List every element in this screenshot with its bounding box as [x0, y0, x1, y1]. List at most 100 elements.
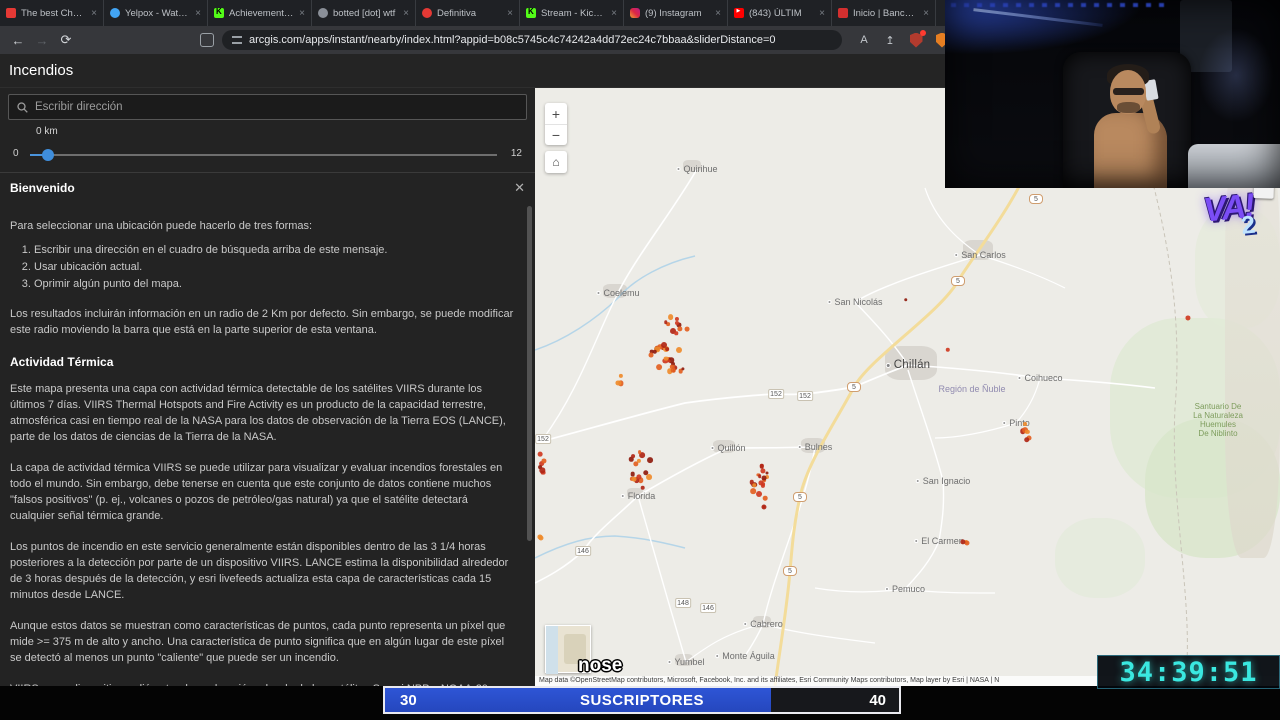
address-bar[interactable]: arcgis.com/apps/instant/nearby/index.htm… — [222, 30, 842, 50]
reload-button[interactable]: ⟳ — [56, 30, 76, 50]
browser-tab[interactable]: (9) Instagram × — [624, 0, 728, 26]
town-marker — [797, 445, 802, 449]
tab-close-icon[interactable]: × — [195, 8, 201, 19]
zoom-out-button[interactable]: − — [545, 124, 567, 145]
tab-close-icon[interactable]: × — [91, 8, 97, 19]
description-paragraph: Los puntos de incendio en este servicio … — [10, 541, 509, 601]
slider-handle[interactable] — [42, 149, 54, 161]
fire-hotspot[interactable] — [667, 314, 674, 320]
place-name: San Ignacio — [922, 476, 971, 486]
description-paragraphs: Este mapa presenta una capa con activida… — [10, 381, 515, 686]
fire-hotspot[interactable] — [656, 364, 663, 371]
site-settings-icon[interactable] — [232, 36, 242, 44]
route-shield: 152 — [768, 389, 784, 399]
slider-track[interactable] — [30, 149, 497, 161]
place-name: Coihueco — [1024, 373, 1063, 383]
welcome-step: Usar ubicación actual. — [34, 259, 515, 275]
fire-hotspot[interactable] — [1023, 422, 1028, 427]
route-shield: 5 — [1029, 194, 1043, 204]
fire-hotspot[interactable] — [757, 474, 762, 479]
fire-hotspot[interactable] — [765, 471, 769, 475]
badge-number: 2 — [1239, 210, 1257, 240]
description-paragraph: La capa de actividad térmica VIIRS se pu… — [10, 462, 503, 522]
browser-tab[interactable]: Stream - Kick D × — [520, 0, 624, 26]
fire-hotspot[interactable] — [761, 475, 767, 481]
place-name: Santuario De La Naturaleza Huemules De N… — [1193, 402, 1243, 438]
town-marker — [710, 446, 715, 450]
tab-close-icon[interactable]: × — [715, 8, 721, 19]
fire-hotspot[interactable] — [646, 457, 653, 463]
tab-close-icon[interactable]: × — [819, 8, 825, 19]
fire-hotspot[interactable] — [660, 342, 667, 349]
back-button[interactable]: ← — [8, 30, 28, 50]
town-marker — [954, 253, 959, 257]
browser-tab[interactable]: Inicio | BancoEstad × — [832, 0, 936, 26]
search-placeholder: Escribir dirección — [35, 101, 123, 113]
kick-favicon-icon — [214, 7, 224, 18]
fire-hotspot[interactable] — [684, 326, 690, 332]
welcome-radius-note: Los resultados incluirán información en … — [10, 308, 514, 336]
subscriber-goal-bar: 30 SUSCRIPTORES 40 — [383, 686, 901, 714]
screen: The best ChatBot a×Yelpox - Watch the×Ac… — [0, 0, 1280, 720]
browser-tab[interactable]: Achievements - Kic × — [208, 0, 312, 26]
side-panel-icon[interactable] — [200, 33, 214, 47]
fire-hotspot[interactable] — [537, 451, 543, 457]
route-shield: 146 — [575, 546, 591, 556]
notification-badge — [920, 30, 926, 36]
town-marker — [827, 300, 832, 304]
home-button[interactable]: ⌂ — [545, 151, 567, 173]
close-icon[interactable]: ✕ — [514, 180, 525, 196]
browser-tab[interactable]: botted [dot] wtf × — [312, 0, 416, 26]
map-label-town: Cabrero — [743, 619, 783, 629]
route-shield: 146 — [700, 603, 716, 613]
instagram-favicon-icon — [630, 8, 640, 18]
forward-button[interactable]: → — [32, 30, 52, 50]
browser-tab[interactable]: (843) ÚLTIM × — [728, 0, 832, 26]
fire-hotspot[interactable] — [631, 476, 637, 482]
tab-close-icon[interactable]: × — [507, 8, 513, 19]
stream-logo-badge: VA! 2 — [1202, 183, 1280, 261]
subscriber-goal: 40 — [869, 691, 886, 709]
browser-tab[interactable]: Definitiva × — [416, 0, 520, 26]
section-title: Actividad Térmica — [10, 355, 114, 369]
map-label-town: San Nicolás — [827, 297, 883, 307]
welcome-intro: Para seleccionar una ubicación puede hac… — [10, 220, 313, 232]
place-name: Quirihue — [683, 164, 718, 174]
place-name: Yumbel — [674, 657, 705, 667]
map-label-city: Chillán — [885, 359, 931, 371]
map-label-town: San Carlos — [954, 250, 1006, 260]
fire-hotspot[interactable] — [755, 491, 762, 498]
search-input[interactable]: Escribir dirección — [8, 94, 527, 120]
place-name: Bulnes — [804, 442, 833, 452]
tab-title: Achievements - Kic — [229, 7, 294, 19]
fire-hotspot[interactable] — [645, 473, 652, 480]
webcam-overlay — [945, 0, 1280, 188]
zoom-in-button[interactable]: + — [545, 103, 567, 124]
tab-close-icon[interactable]: × — [299, 8, 305, 19]
fire-hotspot[interactable] — [671, 368, 676, 373]
fire-hotspot[interactable] — [676, 347, 683, 354]
tab-close-icon[interactable]: × — [403, 8, 409, 19]
tab-close-icon[interactable]: × — [923, 8, 929, 19]
slider-value-label: 0 km — [36, 126, 58, 137]
fire-hotspot[interactable] — [631, 454, 636, 459]
fire-hotspot[interactable] — [1023, 436, 1030, 443]
browser-tab[interactable]: Yelpox - Watch the × — [104, 0, 208, 26]
timer-value: 34:39:51 — [1119, 656, 1258, 688]
globe-favicon-icon — [318, 8, 328, 18]
town-marker — [885, 362, 891, 368]
fire-hotspot[interactable] — [637, 450, 642, 455]
place-name: San Carlos — [961, 250, 1006, 260]
town-marker — [884, 587, 889, 591]
tab-close-icon[interactable]: × — [611, 8, 617, 19]
browser-tab[interactable]: The best ChatBot a × — [0, 0, 104, 26]
translate-icon[interactable]: A — [856, 32, 872, 48]
share-icon[interactable]: ↥ — [882, 32, 898, 48]
fire-hotspot[interactable] — [640, 485, 645, 490]
map-label-town: Quirihue — [676, 164, 718, 174]
map-label-region: Región de Ñuble — [938, 384, 1005, 394]
shield-extension-icon[interactable] — [908, 30, 926, 48]
fire-hotspot[interactable] — [762, 495, 768, 501]
map-label-park: Santuario De La Naturaleza Huemules De N… — [1193, 402, 1243, 438]
scrollbar-thumb[interactable] — [527, 206, 532, 541]
